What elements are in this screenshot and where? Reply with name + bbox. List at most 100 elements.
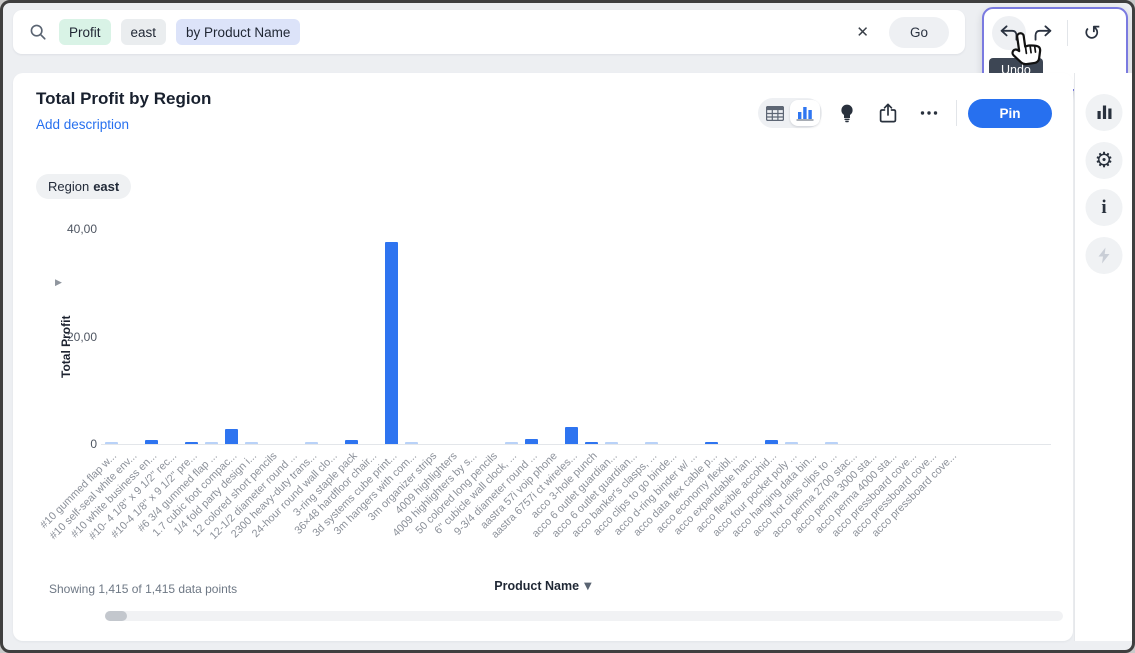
x-axis-field-label: Product Name: [494, 579, 579, 593]
clear-search-icon[interactable]: ✕: [852, 19, 873, 45]
bar[interactable]: [185, 442, 198, 444]
x-axis-field-selector[interactable]: Product Name ▼: [494, 579, 591, 593]
reset-icon: ↺: [1083, 23, 1101, 44]
bar[interactable]: [225, 429, 238, 444]
info-icon: i: [1101, 198, 1106, 217]
bar[interactable]: [405, 442, 418, 444]
bar[interactable]: [765, 440, 778, 444]
scrollbar-thumb[interactable]: [105, 611, 127, 621]
undo-icon: [998, 22, 1020, 44]
bar-slot: [581, 229, 601, 444]
search-tokens: Profit east by Product Name: [59, 19, 300, 45]
app-window: Profit east by Product Name ✕ Go ↺: [0, 0, 1135, 653]
bar-slot: [261, 229, 281, 444]
share-icon: [879, 103, 897, 123]
bar[interactable]: [245, 442, 258, 444]
bar-slot: [361, 229, 381, 444]
redo-button[interactable]: [1026, 16, 1060, 50]
bar-slot: [181, 229, 201, 444]
chart-toolbar: Pin: [758, 97, 1052, 129]
chart-config-button[interactable]: [1086, 94, 1123, 131]
bar-chart-icon: [796, 105, 814, 121]
bar-slot: [381, 229, 401, 444]
bar-slot: [861, 229, 881, 444]
search-token-0[interactable]: Profit: [59, 19, 111, 45]
bar[interactable]: [305, 442, 318, 444]
bar-slot: [821, 229, 841, 444]
pin-button[interactable]: Pin: [968, 99, 1052, 128]
bar-slot: [781, 229, 801, 444]
settings-button[interactable]: ⚙: [1086, 142, 1123, 179]
bar-slot: [721, 229, 741, 444]
toolbar-divider: [956, 100, 957, 126]
info-button[interactable]: i: [1086, 189, 1123, 226]
undo-button[interactable]: [992, 16, 1026, 50]
bar[interactable]: [345, 440, 358, 444]
bar-slot: [121, 229, 141, 444]
bar[interactable]: [525, 439, 538, 444]
answer-title: Total Profit by Region: [36, 89, 211, 109]
y-tick-label: 20,00: [41, 330, 97, 344]
region-filter-chip[interactable]: Region east: [36, 174, 131, 199]
bar-slot: [481, 229, 501, 444]
bar-slot: [941, 229, 961, 444]
bar-slot: [621, 229, 641, 444]
table-view-button[interactable]: [760, 100, 790, 126]
bar-slot: [881, 229, 901, 444]
bar-slot: [201, 229, 221, 444]
search-token-2[interactable]: by Product Name: [176, 19, 300, 45]
search-token-1[interactable]: east: [121, 19, 167, 45]
right-sidebar: ⚙ i: [1074, 73, 1133, 641]
history-divider: [1067, 20, 1068, 46]
bar[interactable]: [605, 442, 618, 444]
more-options-button[interactable]: [913, 97, 945, 129]
bar-slot: [281, 229, 301, 444]
bar-slot: [681, 229, 701, 444]
x-label-slot: acco pressboard cove...: [941, 447, 961, 579]
table-icon: [766, 106, 784, 121]
redo-icon: [1032, 22, 1054, 44]
x-axis-labels: #10 gummed flap w...#10 self-seal white …: [101, 447, 961, 579]
bar-slot: [161, 229, 181, 444]
bar[interactable]: [645, 442, 658, 444]
bar-slot: [921, 229, 941, 444]
bar-slot: [661, 229, 681, 444]
y-axis-caret-icon[interactable]: ▶: [55, 278, 62, 288]
view-switcher: [758, 98, 822, 128]
bar[interactable]: [585, 442, 598, 444]
horizontal-scrollbar[interactable]: [105, 611, 1063, 621]
bar[interactable]: [565, 427, 578, 444]
bar[interactable]: [385, 242, 398, 444]
bar-slot: [501, 229, 521, 444]
bar-slot: [761, 229, 781, 444]
lightbulb-icon: [838, 103, 856, 123]
bar-slot: [841, 229, 861, 444]
bar[interactable]: [145, 440, 158, 444]
spotiq-button[interactable]: [1086, 237, 1123, 274]
x-axis-line: [101, 444, 1051, 445]
bar[interactable]: [825, 442, 838, 444]
bar-slot: [561, 229, 581, 444]
bar[interactable]: [705, 442, 718, 444]
add-description-link[interactable]: Add description: [36, 117, 129, 132]
bar[interactable]: [205, 442, 218, 444]
bar-slot: [521, 229, 541, 444]
bar-slot: [321, 229, 341, 444]
bar-slot: [421, 229, 441, 444]
bar[interactable]: [105, 442, 118, 444]
bar-slot: [341, 229, 361, 444]
chevron-down-icon: ▼: [584, 581, 592, 592]
bar-slot: [641, 229, 661, 444]
search-bar[interactable]: Profit east by Product Name ✕ Go: [13, 10, 965, 54]
bar-slot: [801, 229, 821, 444]
go-button[interactable]: Go: [889, 17, 949, 48]
bar-slot: [441, 229, 461, 444]
insights-button[interactable]: [831, 97, 863, 129]
bar[interactable]: [785, 442, 798, 444]
share-button[interactable]: [872, 97, 904, 129]
data-points-status: Showing 1,415 of 1,415 data points: [49, 582, 237, 596]
chart-view-button[interactable]: [790, 100, 820, 126]
y-axis-title[interactable]: Total Profit: [59, 316, 73, 378]
reset-button[interactable]: ↺: [1075, 16, 1109, 50]
bar[interactable]: [505, 442, 518, 444]
